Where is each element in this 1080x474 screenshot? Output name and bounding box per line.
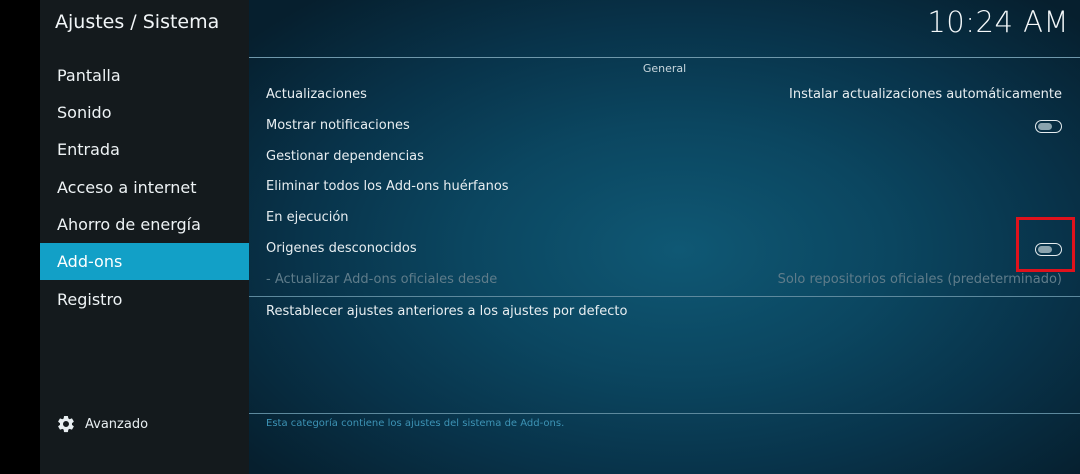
setting-value: Instalar actualizaciones automáticamente <box>789 87 1062 102</box>
advanced-level-button[interactable]: Avanzado <box>56 412 148 436</box>
left-border <box>0 0 40 474</box>
sidebar-item-add-ons[interactable]: Add-ons <box>40 243 249 280</box>
setting-label: Restablecer ajustes anteriores a los aju… <box>266 304 628 319</box>
divider-middle <box>249 296 1080 297</box>
highlight-box <box>1016 217 1075 272</box>
setting-value: Solo repositorios oficiales (predetermin… <box>777 272 1062 287</box>
sidebar-item-label: Entrada <box>57 140 120 159</box>
category-description: Esta categoría contiene los ajustes del … <box>266 418 565 429</box>
setting-actualizar-oficiales: - Actualizar Add-ons oficiales desde Sol… <box>266 269 1062 291</box>
setting-label: Gestionar dependencias <box>266 149 424 164</box>
sidebar: Ajustes / Sistema Pantalla Sonido Entrad… <box>40 0 249 474</box>
setting-label: Origenes desconocidos <box>266 241 417 256</box>
setting-label: Mostrar notificaciones <box>266 118 410 133</box>
clock: 10:24 AM <box>927 5 1069 39</box>
sidebar-item-label: Pantalla <box>57 66 121 85</box>
sidebar-item-label: Acceso a internet <box>57 178 197 197</box>
sidebar-item-acceso-internet[interactable]: Acceso a internet <box>40 169 249 206</box>
setting-label: - Actualizar Add-ons oficiales desde <box>266 272 498 287</box>
sidebar-item-pantalla[interactable]: Pantalla <box>40 57 249 94</box>
toggle-knob <box>1038 122 1052 130</box>
sidebar-item-label: Registro <box>57 290 123 309</box>
setting-mostrar-notificaciones[interactable]: Mostrar notificaciones <box>266 115 1062 137</box>
sidebar-item-sonido[interactable]: Sonido <box>40 94 249 131</box>
divider-top <box>249 57 1080 58</box>
sidebar-item-label: Ahorro de energía <box>57 215 201 234</box>
group-title: General <box>642 62 687 75</box>
setting-origenes-desconocidos[interactable]: Origenes desconocidos <box>266 238 1062 260</box>
setting-gestionar-dependencias[interactable]: Gestionar dependencias <box>266 146 1062 168</box>
setting-label: En ejecución <box>266 210 349 225</box>
setting-en-ejecucion[interactable]: En ejecución <box>266 207 1062 229</box>
setting-label: Eliminar todos los Add-ons huérfanos <box>266 179 509 194</box>
setting-actualizaciones[interactable]: Actualizaciones Instalar actualizaciones… <box>266 84 1062 106</box>
sidebar-item-ahorro-energia[interactable]: Ahorro de energía <box>40 206 249 243</box>
setting-label: Actualizaciones <box>266 87 367 102</box>
sidebar-item-label: Add-ons <box>57 252 123 271</box>
advanced-label: Avanzado <box>85 416 149 432</box>
reset-settings-button[interactable]: Restablecer ajustes anteriores a los aju… <box>266 301 1062 323</box>
sidebar-item-label: Sonido <box>57 103 112 122</box>
sidebar-item-entrada[interactable]: Entrada <box>40 131 249 168</box>
page-title: Ajustes / Sistema <box>55 11 220 33</box>
sidebar-item-registro[interactable]: Registro <box>40 281 249 318</box>
setting-eliminar-huerfanos[interactable]: Eliminar todos los Add-ons huérfanos <box>266 176 1062 198</box>
divider-bottom <box>249 413 1080 414</box>
settings-panel: 10:24 AM General Actualizaciones Instala… <box>249 0 1080 474</box>
notifications-toggle[interactable] <box>1035 120 1062 133</box>
gear-icon <box>58 416 74 433</box>
